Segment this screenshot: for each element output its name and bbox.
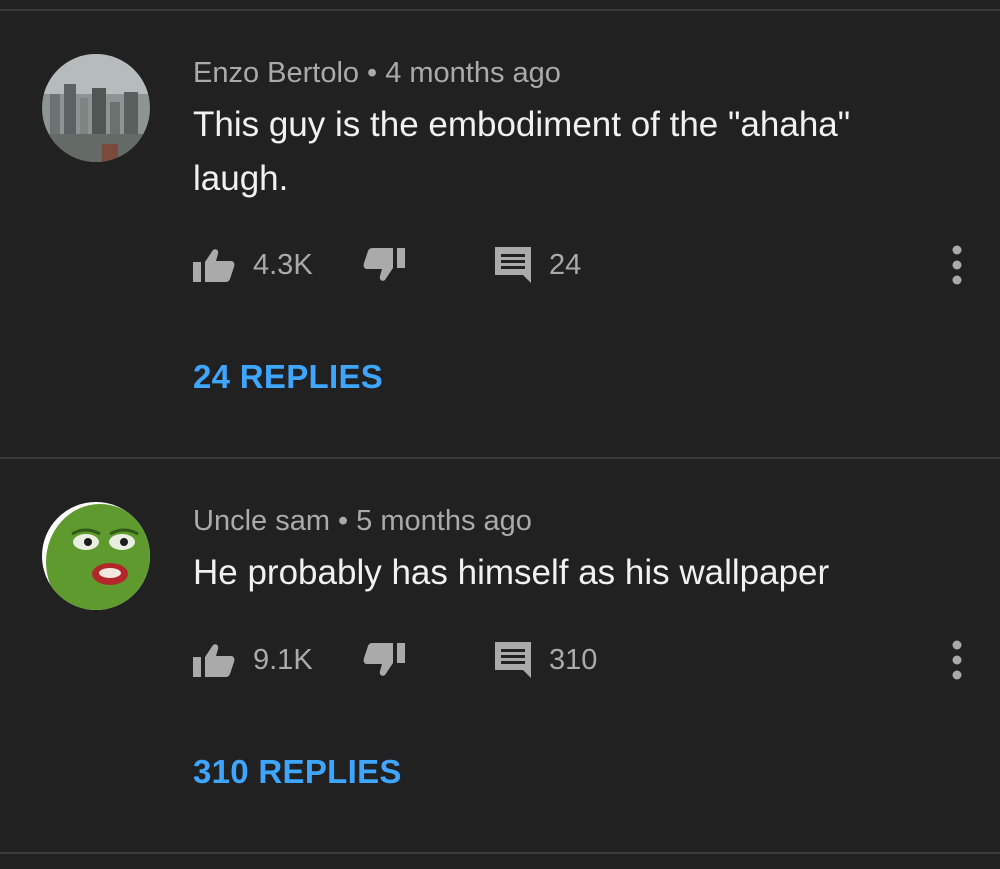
meta-separator: • <box>367 57 378 89</box>
comments-page: Enzo Bertolo • 4 months ago This guy is th… <box>0 0 1000 869</box>
like-button[interactable]: 9.1K <box>193 640 313 680</box>
comment-actions: 9.1K 310 <box>193 640 973 680</box>
city-photo-avatar-icon <box>42 54 150 162</box>
reply-button[interactable]: 310 <box>495 640 597 680</box>
comment-bubble-icon <box>495 642 531 678</box>
comment-time[interactable]: 5 months ago <box>356 505 532 537</box>
reply-button[interactable]: 24 <box>495 245 581 285</box>
reply-count: 24 <box>549 248 582 281</box>
avatar[interactable] <box>42 502 150 610</box>
dislike-button[interactable] <box>363 245 405 285</box>
comment-actions: 4.3K 24 <box>193 245 973 285</box>
reply-count: 310 <box>549 643 598 676</box>
thumbs-up-icon <box>193 249 235 282</box>
vertical-dots-icon <box>952 640 962 680</box>
dislike-button[interactable] <box>363 640 405 680</box>
comment-meta: Uncle sam • 5 months ago <box>193 503 532 539</box>
comment-time[interactable]: 4 months ago <box>385 57 561 89</box>
view-replies-link[interactable]: 24 REPLIES <box>193 358 383 396</box>
comment-bubble-icon <box>495 247 531 283</box>
like-count: 4.3K <box>253 248 313 281</box>
frog-face-avatar-icon <box>42 502 150 610</box>
like-count: 9.1K <box>253 643 313 676</box>
vertical-dots-icon <box>952 245 962 285</box>
comment-divider <box>0 457 1000 459</box>
comment-text: He probably has himself as his wallpaper <box>193 553 830 592</box>
top-divider <box>0 9 1000 11</box>
avatar[interactable] <box>42 54 150 162</box>
bottom-divider <box>0 852 1000 854</box>
meta-separator: • <box>338 505 349 537</box>
thumbs-down-icon <box>363 248 405 281</box>
author-name[interactable]: Enzo Bertolo <box>193 57 359 89</box>
author-name[interactable]: Uncle sam <box>193 505 330 537</box>
more-options-button[interactable] <box>945 640 969 680</box>
thumbs-down-icon <box>363 643 405 676</box>
view-replies-link[interactable]: 310 REPLIES <box>193 753 402 791</box>
comment-text: This guy is the embodiment of the "ahaha… <box>193 105 851 198</box>
like-button[interactable]: 4.3K <box>193 245 313 285</box>
thumbs-up-icon <box>193 644 235 677</box>
more-options-button[interactable] <box>945 245 969 285</box>
comment-meta: Enzo Bertolo • 4 months ago <box>193 55 561 91</box>
